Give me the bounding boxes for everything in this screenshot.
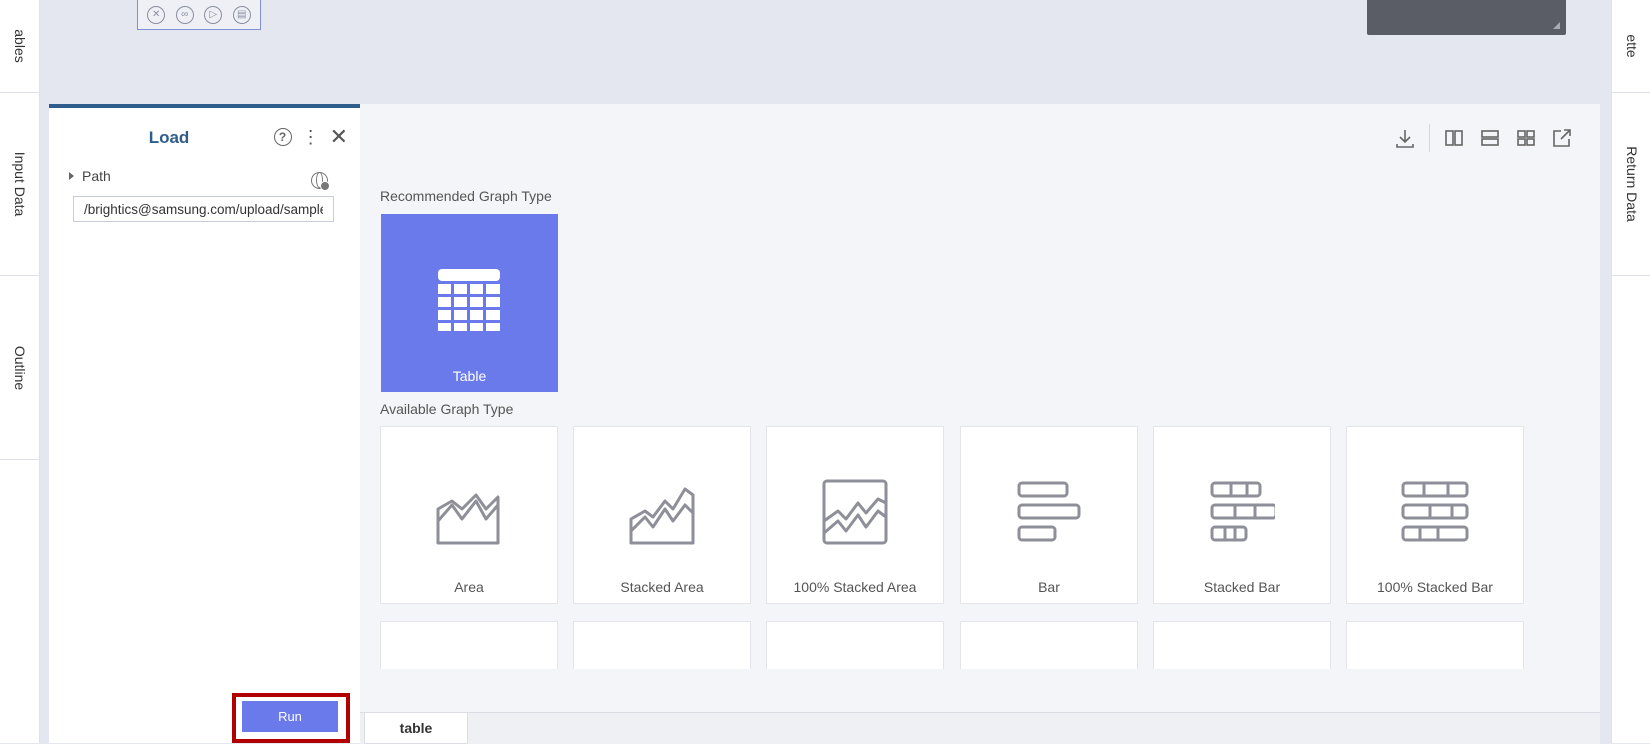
close-icon[interactable]: ✕: [330, 126, 348, 148]
graph-type-stacked-bar[interactable]: Stacked Bar: [1153, 426, 1331, 604]
rail-tab-label: Input Data: [11, 151, 28, 217]
panel-title: Load: [148, 128, 190, 147]
globe-icon[interactable]: [311, 172, 330, 191]
graph-type-tile-partial[interactable]: [380, 621, 558, 669]
rail-tab-label: Outline: [11, 345, 28, 390]
tab-table[interactable]: table: [364, 713, 468, 744]
rail-tab-label: Return Data: [1623, 146, 1640, 222]
clipboard-circle-icon[interactable]: ▤: [232, 5, 251, 24]
rail-tab-input-data[interactable]: Input Data: [0, 93, 39, 276]
graph-type-table[interactable]: Table: [381, 214, 558, 392]
graph-type-tile-partial[interactable]: [960, 621, 1138, 669]
recommended-graph-label: Recommended Graph Type: [380, 188, 552, 204]
percent-stacked-bar-chart-icon: [1401, 481, 1469, 542]
rail-tab-variables[interactable]: ables: [0, 0, 39, 93]
toolbar-separator: [1429, 124, 1430, 152]
graph-type-label: 100% Stacked Area: [793, 579, 917, 595]
path-input[interactable]: [73, 196, 334, 222]
available-graph-label: Available Graph Type: [380, 401, 514, 417]
chart-toolbar: [1393, 124, 1574, 152]
graph-type-label: 100% Stacked Bar: [1377, 579, 1493, 595]
graph-type-bar[interactable]: Bar: [960, 426, 1138, 604]
download-icon[interactable]: [1393, 126, 1417, 150]
area-chart-icon: [436, 493, 500, 545]
rail-tab-palette[interactable]: ette: [1612, 0, 1650, 93]
left-side-rail: ables Input Data Outline: [0, 0, 40, 743]
stacked-area-chart-icon: [629, 487, 695, 545]
node-toolbar: ✕ ∞ ▷ ▤: [137, 0, 261, 30]
rail-tab-label: ette: [1623, 34, 1640, 58]
play-circle-icon[interactable]: ▷: [204, 5, 223, 24]
split-vertical-icon[interactable]: [1442, 126, 1466, 150]
output-tab-bar: table: [360, 712, 1600, 744]
rail-tab-outline[interactable]: Outline: [0, 276, 39, 460]
percent-stacked-area-chart-icon: [822, 479, 888, 545]
more-options-icon[interactable]: ⋮: [302, 128, 320, 146]
graph-type-tile-partial[interactable]: [573, 621, 751, 669]
grid-icon[interactable]: [1514, 126, 1538, 150]
path-label: Path: [82, 168, 111, 184]
graph-type-label: Table: [452, 368, 487, 384]
graph-type-label: Stacked Bar: [1203, 579, 1281, 595]
link-circle-icon[interactable]: ∞: [175, 5, 194, 24]
graph-type-tile-partial[interactable]: [1153, 621, 1331, 669]
graph-type-tile-partial[interactable]: [766, 621, 944, 669]
minimap[interactable]: [1367, 0, 1566, 35]
open-external-icon[interactable]: [1550, 126, 1574, 150]
graph-type-100-stacked-area[interactable]: 100% Stacked Area: [766, 426, 944, 604]
graph-type-label: Area: [454, 579, 484, 595]
graph-type-label: Bar: [1038, 579, 1060, 595]
graph-type-area[interactable]: Area: [380, 426, 558, 604]
graph-type-100-stacked-bar[interactable]: 100% Stacked Bar: [1346, 426, 1524, 604]
split-horizontal-icon[interactable]: [1478, 126, 1502, 150]
path-section-toggle[interactable]: Path: [69, 168, 111, 184]
stacked-bar-chart-icon: [1210, 481, 1275, 542]
rail-tab-label: ables: [11, 29, 28, 63]
right-side-rail: ette Return Data: [1611, 0, 1650, 743]
table-icon: [438, 269, 500, 331]
graph-type-stacked-area[interactable]: Stacked Area: [573, 426, 751, 604]
bar-chart-icon: [1017, 481, 1081, 542]
properties-panel: Load ? ⋮ ✕ Path: [49, 104, 360, 743]
graph-type-label: Stacked Area: [620, 579, 704, 595]
close-circle-icon[interactable]: ✕: [147, 5, 166, 24]
chart-selection-area: Recommended Graph Type Table Available G…: [360, 104, 1600, 743]
help-icon[interactable]: ?: [273, 128, 292, 146]
graph-type-tile-partial[interactable]: [1346, 621, 1524, 669]
run-button[interactable]: Run: [242, 701, 338, 732]
rail-tab-return-data[interactable]: Return Data: [1612, 93, 1650, 276]
caret-right-icon: [69, 172, 74, 180]
